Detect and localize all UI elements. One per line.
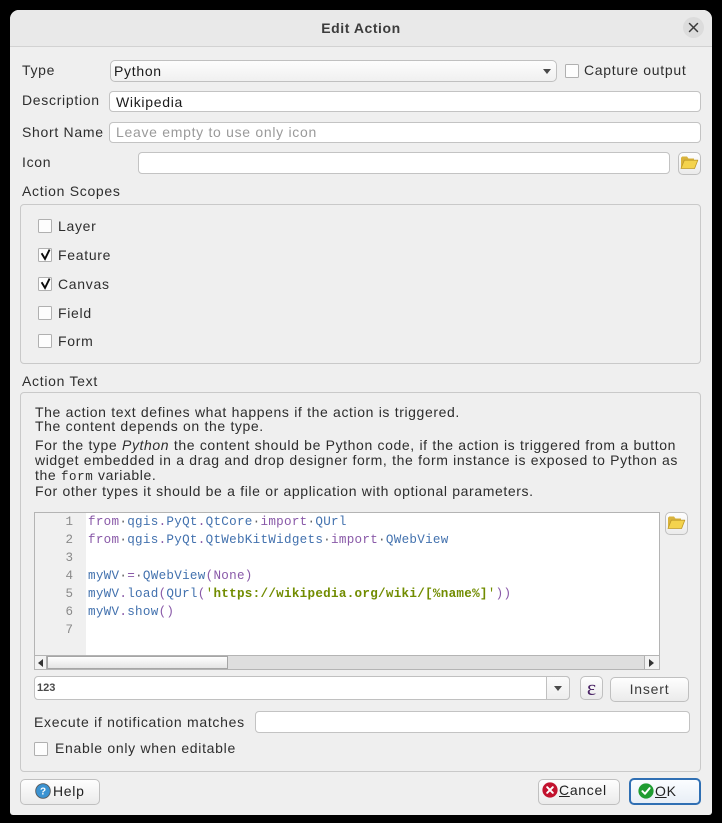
svg-text:?: ? xyxy=(40,787,46,798)
